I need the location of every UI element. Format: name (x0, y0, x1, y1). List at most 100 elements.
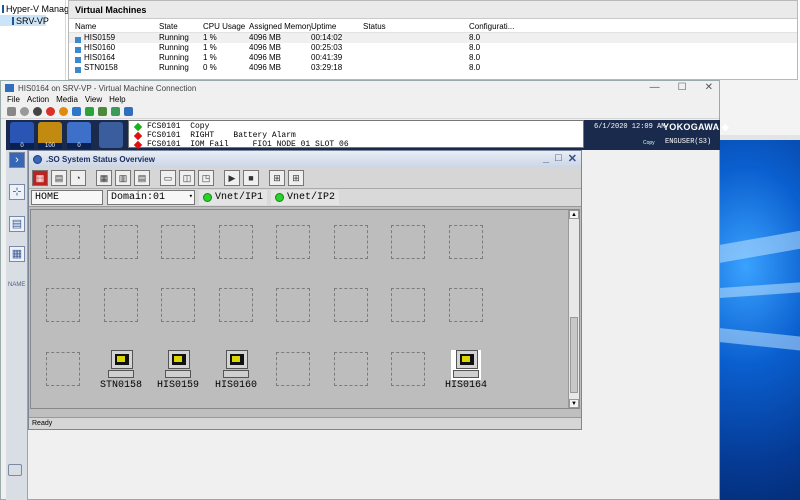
empty-slot[interactable] (161, 225, 195, 259)
stop-icon[interactable]: ■ (243, 169, 259, 186)
menu-view[interactable]: View (85, 95, 102, 105)
empty-slot[interactable] (276, 288, 310, 322)
alarm-diamond-icon (133, 122, 143, 131)
layout-split-icon[interactable]: ◫ (179, 169, 195, 186)
empty-slot[interactable] (104, 288, 138, 322)
computer-icon (451, 350, 481, 380)
table-row[interactable]: HIS0159 Running 1 % 4096 MB 00:14:02 8.0 (69, 33, 797, 43)
alarm-banner[interactable]: FCS0101 Copy FCS0101 RIGHT Battery Alarm… (128, 120, 584, 149)
empty-slot[interactable] (391, 225, 425, 259)
empty-slot[interactable] (104, 225, 138, 259)
open-icon[interactable]: ◳ (198, 169, 214, 186)
column-header[interactable]: Name (69, 21, 159, 32)
layout-icon[interactable]: ▭ (160, 169, 176, 186)
station-his0160[interactable]: HIS0160 (201, 350, 271, 391)
save-state-icon[interactable] (59, 107, 68, 116)
turn-off-icon[interactable] (33, 107, 42, 116)
empty-slot[interactable] (276, 225, 310, 259)
empty-slot[interactable] (219, 288, 253, 322)
column-header[interactable]: Status (363, 21, 469, 32)
empty-slot[interactable] (449, 288, 483, 322)
computer-icon (221, 350, 251, 380)
system-alarm-icon[interactable]: 0 (10, 122, 34, 149)
alarm-ack-icon[interactable]: ▦ (32, 169, 48, 186)
table-row[interactable]: HIS0160 Running 1 % 4096 MB 00:25:03 8.0 (69, 43, 797, 53)
column-header[interactable]: Uptime (311, 21, 363, 32)
menu-file[interactable]: File (7, 95, 20, 105)
home-field[interactable]: HOME (31, 190, 103, 205)
operator-guide-icon[interactable]: 0 (67, 122, 91, 149)
checkpoint-icon[interactable] (98, 107, 107, 116)
system-view-icon[interactable] (8, 464, 22, 476)
start-icon[interactable] (20, 107, 29, 116)
minimize-button[interactable]: — (650, 82, 660, 93)
tree-view-icon[interactable]: ⊹ (9, 184, 25, 200)
scroll-up-icon[interactable]: ▲ (569, 210, 579, 219)
network-icon[interactable]: ⊞ (288, 169, 304, 186)
enhanced-session-icon[interactable] (124, 107, 133, 116)
maximize-button[interactable]: ☐ (678, 82, 687, 93)
shutdown-icon[interactable] (46, 107, 55, 116)
grid-list-icon[interactable]: ▤ (134, 169, 150, 186)
process-alarm-icon[interactable]: 100 (38, 122, 62, 149)
message-icon[interactable] (99, 122, 123, 148)
tag-icon[interactable]: ⊞ (269, 169, 285, 186)
vertical-scrollbar[interactable]: ▲ ▼ (568, 210, 579, 408)
menu-media[interactable]: Media (56, 95, 78, 105)
window-list-icon[interactable]: ▦ (9, 246, 25, 262)
column-header[interactable]: Configurati... (469, 21, 515, 32)
pause-icon[interactable] (72, 107, 81, 116)
column-header[interactable]: Assigned Memory (249, 21, 311, 32)
close-button[interactable]: ✕ (705, 82, 713, 93)
menu-bar: File Action Media View Help (1, 95, 719, 105)
maximize-button[interactable]: □ (555, 152, 562, 165)
grid-large-icon[interactable]: ▥ (115, 169, 131, 186)
print-icon[interactable]: ▤ (51, 169, 67, 186)
copy-label: Copy (643, 140, 655, 146)
column-header[interactable]: CPU Usage (203, 21, 249, 32)
minimize-button[interactable]: _ (543, 152, 549, 165)
empty-slot[interactable] (276, 352, 310, 386)
station-grid: STN0158 HIS0159 HIS0160 HIS0164 ▲ ▼ (30, 209, 580, 409)
tree-item-hyperv-manager[interactable]: Hyper-V Manager (0, 3, 77, 14)
window-title: .SO System Status Overview (46, 154, 155, 164)
trend-icon[interactable]: ▤ (9, 216, 25, 232)
close-button[interactable]: ✕ (568, 152, 577, 165)
empty-slot[interactable] (391, 288, 425, 322)
user-label[interactable]: ENGUSER(S3) (665, 138, 711, 146)
system-status-overview-window: .SO System Status Overview _ □ ✕ ▦ ▤ ◔ ▦… (28, 150, 582, 430)
column-header[interactable]: State (159, 21, 203, 32)
menu-action[interactable]: Action (27, 95, 49, 105)
window-titlebar[interactable]: .SO System Status Overview _ □ ✕ (29, 151, 581, 167)
status-dot-icon (275, 193, 285, 202)
empty-slot[interactable] (449, 225, 483, 259)
scroll-thumb[interactable] (570, 317, 578, 393)
domain-select[interactable]: Domain:01 ▾ (107, 190, 195, 205)
tree-item-srv-vp[interactable]: SRV-VP (0, 15, 49, 26)
expand-arrow-icon[interactable]: › (9, 152, 25, 168)
clock-icon[interactable]: ◔ (70, 169, 86, 186)
ctrl-alt-del-icon[interactable] (7, 107, 16, 116)
menu-help[interactable]: Help (109, 95, 125, 105)
empty-slot[interactable] (46, 352, 80, 386)
grid-small-icon[interactable]: ▦ (96, 169, 112, 186)
scroll-down-icon[interactable]: ▼ (569, 399, 579, 408)
empty-slot[interactable] (46, 288, 80, 322)
empty-slot[interactable] (219, 225, 253, 259)
empty-slot[interactable] (334, 352, 368, 386)
table-row[interactable]: STN0158 Running 0 % 4096 MB 03:29:18 8.0 (69, 63, 797, 73)
window-titlebar[interactable]: HIS0164 on SRV-VP - Virtual Machine Conn… (1, 81, 719, 95)
station-his0164[interactable]: HIS0164 (431, 350, 501, 391)
empty-slot[interactable] (161, 288, 195, 322)
empty-slot[interactable] (334, 288, 368, 322)
empty-slot[interactable] (391, 352, 425, 386)
play-icon[interactable]: ▶ (224, 169, 240, 186)
virtual-machines-panel: Virtual Machines Name State CPU Usage As… (68, 0, 798, 80)
empty-slot[interactable] (46, 225, 80, 259)
empty-slot[interactable] (334, 225, 368, 259)
revert-icon[interactable] (111, 107, 120, 116)
server-icon (12, 16, 14, 25)
table-row[interactable]: HIS0164 Running 1 % 4096 MB 00:41:39 8.0 (69, 53, 797, 63)
window-title: HIS0164 on SRV-VP - Virtual Machine Conn… (18, 83, 197, 93)
resume-icon[interactable] (85, 107, 94, 116)
